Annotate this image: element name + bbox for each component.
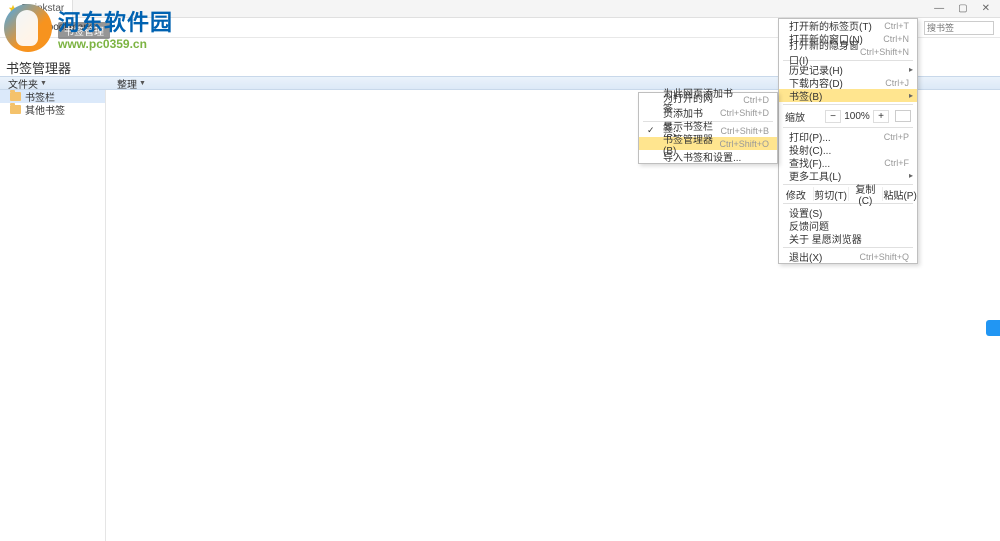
logo-icon (4, 4, 52, 52)
close-button[interactable]: ✕ (982, 3, 990, 14)
shortcut: Ctrl+Shift+O (719, 139, 769, 149)
shortcut: Ctrl+F (884, 158, 909, 168)
watermark-logo: 河东软件园 www.pc0359.cn (4, 4, 173, 52)
chevron-down-icon: ▼ (139, 80, 146, 87)
shortcut: Ctrl+T (884, 21, 909, 31)
menu-about[interactable]: 关于 星愿浏览器 (779, 232, 917, 245)
logo-text-cn: 河东软件园 (58, 5, 173, 37)
menu-label: 退出(X) (789, 249, 822, 264)
window-controls: — ▢ ✕ (934, 3, 1000, 14)
shortcut: Ctrl+J (885, 78, 909, 88)
menu-separator (783, 247, 913, 248)
menu-label: 更多工具(L) (789, 168, 841, 183)
tree-item-label: 其他书签 (25, 102, 65, 117)
fullscreen-button[interactable] (895, 110, 911, 122)
zoom-in-button[interactable]: + (873, 110, 889, 123)
shortcut: Ctrl+P (884, 132, 909, 142)
menu-zoom-row: 缩放 − 100% + (779, 107, 917, 125)
check-icon: ✓ (647, 125, 655, 136)
logo-text-url: www.pc0359.cn (58, 37, 173, 51)
menu-separator (783, 127, 913, 128)
submenu-import[interactable]: 导入书签和设置... (639, 150, 777, 163)
maximize-button[interactable]: ▢ (958, 3, 967, 14)
zoom-value: 100% (843, 111, 871, 122)
pane-divider (105, 90, 106, 541)
side-panel-tab[interactable] (986, 320, 1000, 336)
menu-label: 书签(B) (789, 88, 822, 103)
bookmarks-tree: 书签栏 其他书签 (0, 90, 105, 116)
tree-item-other-bookmarks[interactable]: 其他书签 (0, 103, 105, 116)
shortcut: Ctrl+Shift+Q (859, 252, 909, 262)
chevron-down-icon: ▼ (40, 80, 47, 87)
folder-icon (10, 105, 21, 114)
edit-label: 修改 (779, 187, 814, 201)
menu-label: 关于 星愿浏览器 (789, 231, 862, 246)
shortcut: Ctrl+Shift+B (720, 126, 769, 136)
shortcut: Ctrl+N (883, 34, 909, 44)
menu-edit-row: 修改 剪切(T) 复制(C) 粘贴(P) (779, 187, 917, 201)
cut-button[interactable]: 剪切(T) (814, 187, 849, 201)
menu-incognito[interactable]: 打开新的隐身窗口(I)Ctrl+Shift+N (779, 45, 917, 58)
menu-label: 导入书签和设置... (663, 149, 741, 164)
zoom-label: 缩放 (785, 109, 805, 124)
shortcut: Ctrl+D (743, 95, 769, 105)
paste-button[interactable]: 粘贴(P) (883, 187, 917, 201)
organize-dropdown-label: 整理 (117, 76, 137, 91)
chevron-right-icon: ▸ (909, 171, 913, 180)
menu-bookmarks[interactable]: 书签(B) ▸ (779, 89, 917, 102)
folder-icon (10, 92, 21, 101)
bookmarks-submenu: 为此网页添加书签...Ctrl+D 为打开的网页添加书签...Ctrl+Shif… (638, 92, 778, 164)
copy-button[interactable]: 复制(C) (849, 187, 884, 201)
chevron-right-icon: ▸ (909, 91, 913, 100)
bookmark-search-input[interactable] (924, 21, 994, 35)
organize-dropdown[interactable]: 整理▼ (105, 76, 146, 91)
main-menu: 打开新的标签页(T)Ctrl+T 打开新的窗口(N)Ctrl+N 打开新的隐身窗… (778, 18, 918, 264)
page-title: 书签管理器 (6, 58, 71, 77)
minimize-button[interactable]: — (934, 3, 944, 14)
zoom-out-button[interactable]: − (825, 110, 841, 123)
menu-exit[interactable]: 退出(X) Ctrl+Shift+Q (779, 250, 917, 263)
menu-more-tools[interactable]: 更多工具(L) ▸ (779, 169, 917, 182)
shortcut: Ctrl+Shift+N (860, 47, 909, 57)
menu-separator (783, 104, 913, 105)
shortcut: Ctrl+Shift+D (720, 108, 769, 118)
chevron-right-icon: ▸ (909, 65, 913, 74)
